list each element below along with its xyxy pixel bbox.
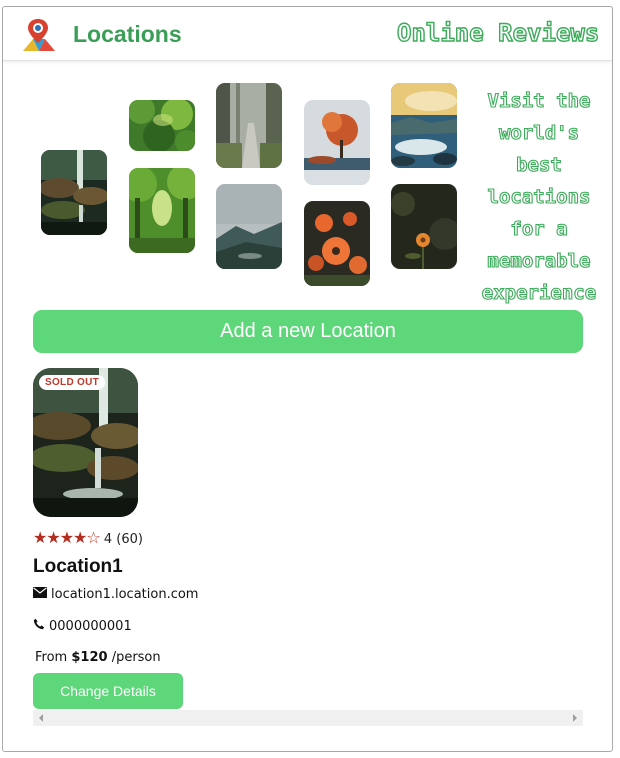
rating-value: 4 xyxy=(103,532,113,547)
green-forest-photo xyxy=(129,100,195,151)
header: Locations Online Reviews xyxy=(3,7,612,61)
price-line: From $120 /person xyxy=(35,650,161,665)
horizontal-scrollbar[interactable] xyxy=(33,710,583,726)
scroll-right-icon[interactable] xyxy=(573,714,577,722)
change-details-button[interactable]: Change Details xyxy=(33,673,183,709)
phone-number: 0000000001 xyxy=(49,618,132,634)
misty-path-photo xyxy=(216,83,282,168)
tagline-line: world's best xyxy=(498,121,580,176)
envelope-icon xyxy=(33,587,47,602)
coast-sunset-photo xyxy=(391,83,457,168)
waterfall-photo xyxy=(41,150,107,235)
website-row: location1.location.com xyxy=(33,587,198,602)
phone-icon xyxy=(33,618,45,634)
app-frame: Locations Online Reviews Visit the world… xyxy=(2,6,613,752)
dark-flower-photo xyxy=(391,184,457,269)
tagline-line: locations xyxy=(487,185,591,208)
price-prefix: From xyxy=(35,650,68,665)
brand-title: Locations xyxy=(73,21,182,47)
stars-filled: ★★★★ xyxy=(33,528,87,547)
review-count: (60) xyxy=(116,532,143,547)
autumn-lake-photo xyxy=(304,100,370,185)
tagline-line: Visit the xyxy=(487,89,591,112)
forest-tunnel-photo xyxy=(129,168,195,253)
price-value: $120 xyxy=(71,650,108,665)
rating: ★★★★☆ 4 (60) xyxy=(33,528,143,547)
price-suffix: /person xyxy=(111,650,161,665)
tagline-line: experience xyxy=(481,281,597,304)
tagline-line: memorable xyxy=(487,249,591,272)
tagline-line: for a xyxy=(510,217,568,240)
tagline: Visit the world's best locations for a m… xyxy=(475,85,603,309)
add-location-button[interactable]: Add a new Location xyxy=(33,310,583,353)
location-image[interactable]: SOLD OUT xyxy=(33,368,138,517)
orange-flowers-photo xyxy=(304,201,370,286)
star-rating-icon: ★★★★☆ xyxy=(33,528,101,547)
online-reviews-title: Online Reviews xyxy=(396,18,600,47)
sold-out-badge: SOLD OUT xyxy=(39,375,106,390)
location-title: Location1 xyxy=(33,556,123,577)
stars-empty: ☆ xyxy=(86,528,100,547)
phone-row: 0000000001 xyxy=(33,618,132,634)
website-link[interactable]: location1.location.com xyxy=(51,587,198,602)
scroll-left-icon[interactable] xyxy=(39,714,43,722)
mountain-valley-photo xyxy=(216,184,282,269)
map-pin-icon xyxy=(21,17,57,53)
